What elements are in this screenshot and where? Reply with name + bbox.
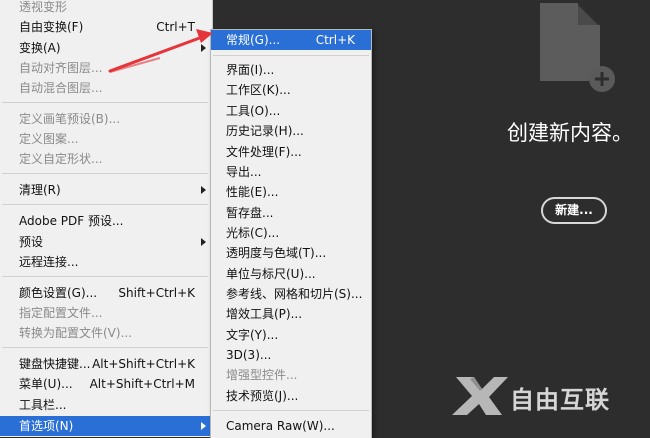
submenu-item-label: 单位与标尺(U)...	[226, 267, 316, 281]
menu-item-shortcut: Ctrl+T	[156, 20, 195, 34]
menu-item-label: 自动混合图层...	[19, 81, 103, 95]
menu-separator	[2, 204, 208, 205]
submenu-item-technology-previews[interactable]: 技术预览(J)...	[211, 386, 371, 406]
submenu-item-3d[interactable]: 3D(3)...	[211, 345, 371, 365]
new-button[interactable]: 新建...	[541, 197, 607, 224]
menu-item-shortcut: Alt+Shift+Ctrl+M	[89, 377, 195, 391]
submenu-item-workspace[interactable]: 工作区(K)...	[211, 80, 371, 100]
submenu-item-transparency[interactable]: 透明度与色域(T)...	[211, 243, 371, 263]
menu-item-label: Adobe PDF 预设...	[19, 214, 124, 228]
submenu-item-label: 暂存盘...	[226, 206, 274, 220]
menu-item-toolbar[interactable]: 工具栏...	[0, 395, 212, 415]
menu-separator	[213, 410, 369, 411]
menu-item-label: 清理(R)	[19, 183, 61, 197]
submenu-item-enhanced-controls[interactable]: 增强型控件...	[211, 365, 371, 385]
menu-item-label: 定义自定形状...	[19, 152, 103, 166]
menu-item-perspective-warp[interactable]: 透视变形	[0, 0, 212, 17]
submenu-item-label: 导出...	[226, 165, 262, 179]
menu-item-keyboard-shortcuts[interactable]: 键盘快捷键... Alt+Shift+Ctrl+K	[0, 354, 212, 374]
submenu-item-label: 性能(E)...	[226, 185, 279, 199]
submenu-item-label: 文字(Y)...	[226, 328, 279, 342]
submenu-item-camera-raw[interactable]: Camera Raw(W)...	[211, 416, 371, 436]
submenu-item-label: 3D(3)...	[226, 348, 272, 362]
menu-item-presets[interactable]: 预设	[0, 232, 212, 252]
submenu-item-type[interactable]: 文字(Y)...	[211, 325, 371, 345]
menu-item-label: 首选项(N)	[19, 419, 74, 433]
submenu-item-units-rulers[interactable]: 单位与标尺(U)...	[211, 264, 371, 284]
submenu-item-label: 透明度与色域(T)...	[226, 246, 327, 260]
menu-item-remote-connections[interactable]: 远程连接...	[0, 252, 212, 272]
menu-item-auto-align-layers[interactable]: 自动对齐图层...	[0, 58, 212, 78]
menu-item-define-pattern[interactable]: 定义图案...	[0, 129, 212, 149]
menu-item-assign-profile[interactable]: 指定配置文件...	[0, 303, 212, 323]
submenu-item-general[interactable]: 常规(G)... Ctrl+K	[211, 30, 371, 50]
menu-item-label: 定义图案...	[19, 132, 79, 146]
preferences-submenu: 常规(G)... Ctrl+K 界面(I)... 工作区(K)... 工具(O).…	[210, 29, 372, 438]
menu-item-label: 键盘快捷键...	[19, 357, 91, 371]
submenu-item-label: 文件处理(F)...	[226, 145, 302, 159]
menu-separator	[213, 55, 369, 56]
menu-item-label: 预设	[19, 235, 44, 249]
submenu-item-performance[interactable]: 性能(E)...	[211, 182, 371, 202]
watermark-text: 自由互联	[510, 386, 610, 414]
menu-separator	[2, 347, 208, 348]
submenu-item-label: 技术预览(J)...	[226, 389, 299, 403]
submenu-item-label: 参考线、网格和切片(S)...	[226, 287, 363, 301]
menu-item-convert-to-profile[interactable]: 转换为配置文件(V)...	[0, 323, 212, 343]
menu-item-label: 指定配置文件...	[19, 306, 103, 320]
edit-menu: 透视变形 自由变换(F) Ctrl+T 变换(A) 自动对齐图层... 自动混合图…	[0, 0, 213, 437]
submenu-item-label: 常规(G)...	[226, 33, 281, 47]
menu-item-preferences[interactable]: 首选项(N)	[0, 416, 212, 436]
menu-item-label: 菜单(U)...	[19, 377, 73, 391]
submenu-item-cursors[interactable]: 光标(C)...	[211, 223, 371, 243]
menu-item-transform[interactable]: 变换(A)	[0, 38, 212, 58]
menu-item-label: 工具栏...	[19, 398, 67, 412]
submenu-arrow-icon	[201, 422, 206, 430]
menu-item-label: 转换为配置文件(V)...	[19, 326, 133, 340]
submenu-item-label: 增效工具(P)...	[226, 307, 303, 321]
menu-item-menus[interactable]: 菜单(U)... Alt+Shift+Ctrl+M	[0, 374, 212, 394]
submenu-item-label: Camera Raw(W)...	[226, 419, 335, 433]
submenu-arrow-icon	[201, 44, 206, 52]
menu-item-purge[interactable]: 清理(R)	[0, 180, 212, 200]
menu-item-define-brush[interactable]: 定义画笔预设(B)...	[0, 109, 212, 129]
menu-item-color-settings[interactable]: 颜色设置(G)... Shift+Ctrl+K	[0, 283, 212, 303]
submenu-item-export[interactable]: 导出...	[211, 162, 371, 182]
add-icon	[589, 66, 615, 92]
submenu-item-shortcut: Ctrl+K	[315, 33, 355, 47]
menu-item-label: 定义画笔预设(B)...	[19, 112, 121, 126]
menu-separator	[2, 102, 208, 103]
submenu-arrow-icon	[201, 186, 206, 194]
submenu-item-label: 增强型控件...	[226, 368, 298, 382]
submenu-item-interface[interactable]: 界面(I)...	[211, 60, 371, 80]
menu-item-shortcut: Shift+Ctrl+K	[118, 286, 195, 300]
submenu-item-history[interactable]: 历史记录(H)...	[211, 121, 371, 141]
menu-item-label: 变换(A)	[19, 41, 61, 55]
submenu-item-plugins[interactable]: 增效工具(P)...	[211, 304, 371, 324]
menu-separator	[2, 276, 208, 277]
menu-item-define-shape[interactable]: 定义自定形状...	[0, 149, 212, 169]
submenu-item-label: 界面(I)...	[226, 63, 275, 77]
submenu-arrow-icon	[201, 238, 206, 246]
create-new-title: 创建新内容。	[507, 121, 633, 145]
submenu-item-file-handling[interactable]: 文件处理(F)...	[211, 142, 371, 162]
menu-separator	[2, 173, 208, 174]
submenu-item-label: 工具(O)...	[226, 104, 281, 118]
menu-item-label: 远程连接...	[19, 255, 79, 269]
submenu-item-label: 历史记录(H)...	[226, 124, 304, 138]
submenu-item-guides-grid[interactable]: 参考线、网格和切片(S)...	[211, 284, 371, 304]
submenu-item-label: 光标(C)...	[226, 226, 280, 240]
menu-item-adobe-pdf-presets[interactable]: Adobe PDF 预设...	[0, 211, 212, 231]
menu-item-free-transform[interactable]: 自由变换(F) Ctrl+T	[0, 17, 212, 37]
submenu-item-label: 工作区(K)...	[226, 83, 291, 97]
menu-item-auto-blend-layers[interactable]: 自动混合图层...	[0, 78, 212, 98]
menu-item-label: 颜色设置(G)...	[19, 286, 98, 300]
submenu-item-scratch-disks[interactable]: 暂存盘...	[211, 203, 371, 223]
menu-item-label: 透视变形	[19, 0, 68, 14]
menu-item-shortcut: Alt+Shift+Ctrl+K	[92, 357, 195, 371]
submenu-item-tools[interactable]: 工具(O)...	[211, 101, 371, 121]
menu-item-label: 自由变换(F)	[19, 20, 84, 34]
menu-item-label: 自动对齐图层...	[19, 61, 103, 75]
